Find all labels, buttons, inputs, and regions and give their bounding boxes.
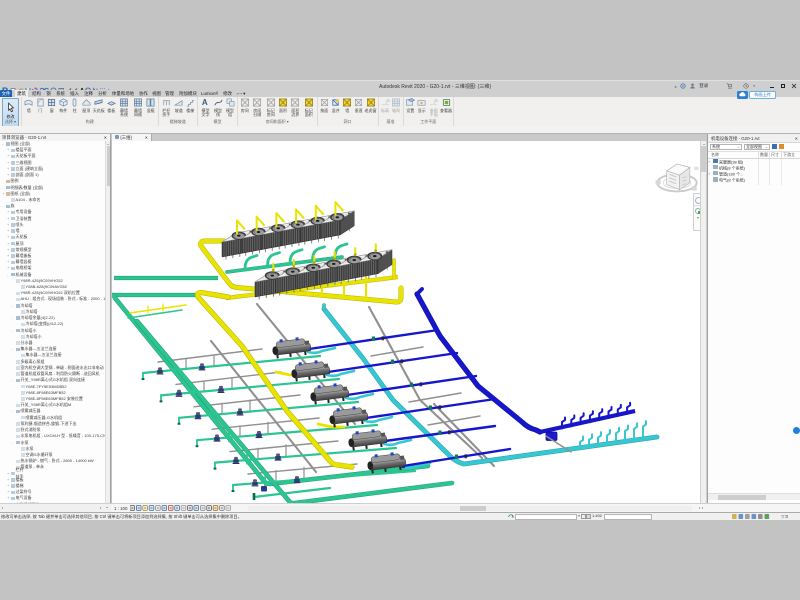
svg-text:A: A bbox=[202, 98, 208, 107]
